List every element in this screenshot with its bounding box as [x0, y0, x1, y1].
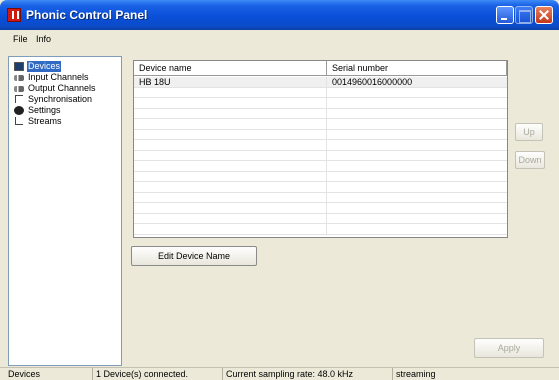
settings-icon	[14, 106, 24, 115]
tree-item-label: Input Channels	[28, 72, 89, 82]
device-table: Device name Serial number HB 18U 0014960…	[133, 60, 508, 238]
tree-item-label: Synchronisation	[28, 94, 93, 104]
status-section: Devices	[5, 368, 93, 380]
empty-table-row	[134, 213, 507, 224]
empty-table-row	[134, 171, 507, 182]
menu-bar: File Info	[0, 30, 559, 48]
window-title: Phonic Control Panel	[26, 8, 148, 22]
edit-device-name-button[interactable]: Edit Device Name	[131, 246, 257, 266]
down-button[interactable]: Down	[515, 151, 545, 169]
app-logo-icon	[7, 8, 21, 22]
navigation-tree: Devices Input Channels Output Channels S…	[8, 56, 122, 366]
maximize-button[interactable]	[515, 6, 533, 24]
streams-icon	[15, 117, 23, 125]
minimize-button[interactable]	[496, 6, 514, 24]
empty-table-row	[134, 192, 507, 203]
tree-item-label: Streams	[28, 116, 62, 126]
title-bar: Phonic Control Panel	[0, 0, 559, 30]
status-devices-connected: 1 Device(s) connected.	[93, 368, 223, 380]
close-button[interactable]	[535, 6, 553, 24]
empty-table-row	[134, 108, 507, 119]
empty-table-row	[134, 140, 507, 151]
menu-file[interactable]: File	[13, 34, 28, 44]
device-name-cell: HB 18U	[134, 77, 327, 87]
table-header: Device name Serial number	[134, 61, 507, 76]
tree-item-label: Devices	[27, 61, 62, 72]
status-streaming-state: streaming	[396, 369, 436, 379]
empty-table-row	[134, 98, 507, 109]
up-button[interactable]: Up	[515, 123, 543, 141]
column-header-device-name[interactable]: Device name	[134, 61, 327, 76]
tree-item-label: Output Channels	[28, 83, 96, 93]
sync-icon	[15, 95, 23, 103]
apply-button[interactable]: Apply	[474, 338, 544, 358]
empty-table-row	[134, 150, 507, 161]
tree-item-label: Settings	[28, 105, 61, 115]
empty-table-row	[134, 224, 507, 235]
status-sampling-rate: Current sampling rate: 48.0 kHz	[223, 368, 393, 380]
empty-table-row	[134, 119, 507, 130]
status-bar: Devices 1 Device(s) connected. Current s…	[0, 367, 559, 380]
output-channels-icon	[14, 86, 24, 92]
input-channels-icon	[14, 75, 24, 81]
empty-table-row	[134, 182, 507, 193]
serial-number-cell: 0014960016000000	[332, 77, 413, 87]
empty-table-row	[134, 129, 507, 140]
empty-table-row	[134, 87, 507, 98]
table-row[interactable]: HB 18U 0014960016000000	[134, 77, 507, 88]
menu-info[interactable]: Info	[36, 34, 51, 44]
empty-table-row	[134, 161, 507, 172]
device-icon	[14, 62, 24, 71]
column-header-serial-number[interactable]: Serial number	[327, 61, 507, 76]
empty-table-row	[134, 203, 507, 214]
